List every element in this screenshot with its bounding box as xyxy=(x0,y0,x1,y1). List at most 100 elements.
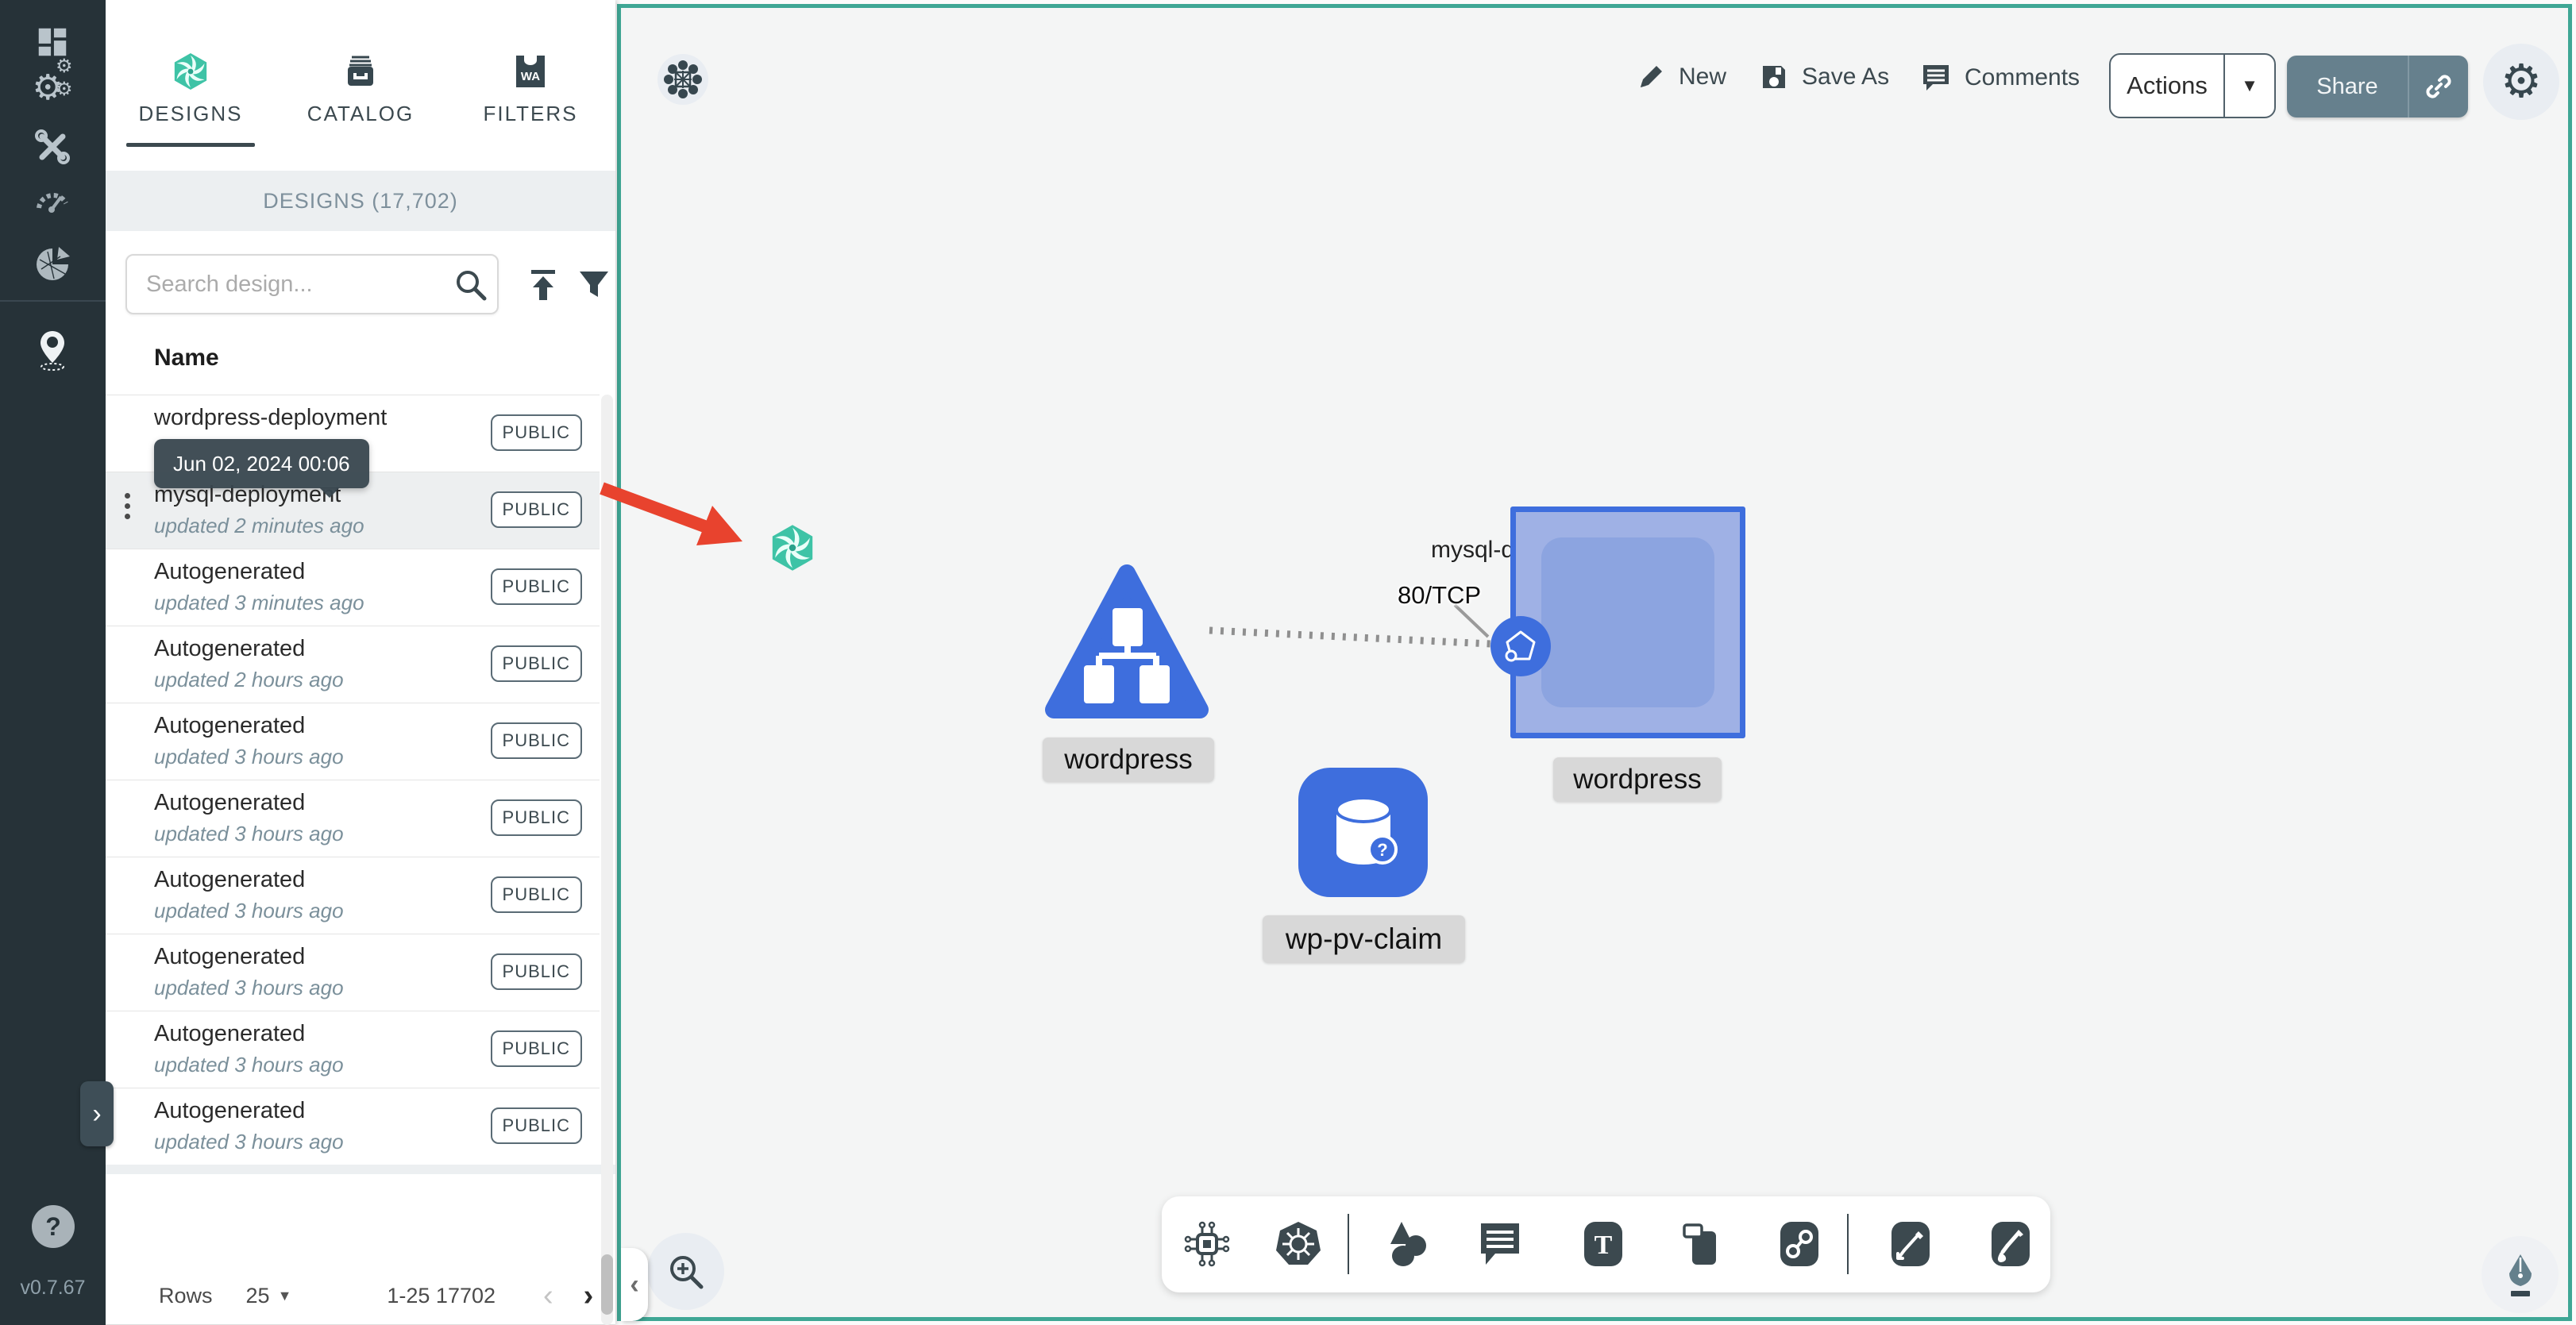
designs-count-header: DESIGNS (17,702) xyxy=(106,171,615,231)
design-list-row[interactable]: Autogenerated updated 3 hours ago PUBLIC xyxy=(106,780,600,857)
kanvas-pin-icon[interactable] xyxy=(26,324,79,376)
visibility-badge[interactable]: PUBLIC xyxy=(490,953,582,990)
settings-gear-button[interactable]: ⚙ xyxy=(2483,44,2559,120)
actions-split-button[interactable]: Actions ▼ xyxy=(2109,53,2276,118)
text-tool-icon[interactable]: T xyxy=(1578,1219,1629,1269)
help-button[interactable]: ? xyxy=(32,1205,75,1248)
canvas-toolbar: T xyxy=(1162,1196,2050,1292)
new-design-button[interactable]: New xyxy=(1636,62,1726,92)
comments-button[interactable]: Comments xyxy=(1920,62,2080,94)
design-name[interactable]: Autogenerated xyxy=(154,559,305,585)
wordpress-deployment-inner xyxy=(1541,537,1714,707)
visibility-badge[interactable]: PUBLIC xyxy=(490,414,582,451)
pagination-footer: Rows 25 ▼ 1-25 17702 ‹ › xyxy=(106,1267,615,1325)
visibility-badge[interactable]: PUBLIC xyxy=(490,799,582,836)
design-name[interactable]: Autogenerated xyxy=(154,1021,305,1047)
tab-filters-label: FILTERS xyxy=(483,102,578,125)
comment-tool-icon[interactable] xyxy=(1475,1219,1525,1269)
configuration-tools-icon[interactable] xyxy=(26,121,79,173)
lifecycle-gears-icon[interactable]: ⚙ ⚙ ⚙ xyxy=(26,56,79,114)
visibility-badge[interactable]: PUBLIC xyxy=(490,1107,582,1144)
design-name[interactable]: Autogenerated xyxy=(154,790,305,816)
meshery-logo-icon xyxy=(172,52,210,91)
design-name[interactable]: Autogenerated xyxy=(154,636,305,662)
wp-pv-claim-node[interactable]: ? xyxy=(1298,768,1428,897)
design-name[interactable]: Autogenerated xyxy=(154,713,305,739)
copy-link-icon[interactable] xyxy=(2409,71,2468,102)
actions-label: Actions xyxy=(2127,71,2208,99)
design-name[interactable]: Autogenerated xyxy=(154,1098,305,1124)
wordpress-service-node[interactable] xyxy=(1043,562,1211,721)
svg-text:?: ? xyxy=(1377,840,1387,860)
svg-text:WA: WA xyxy=(521,70,540,83)
tab-catalog[interactable]: CATALOG xyxy=(276,0,445,171)
shapes-icon[interactable] xyxy=(1381,1219,1432,1269)
design-name[interactable]: Autogenerated xyxy=(154,867,305,893)
design-name[interactable]: wordpress-deployment xyxy=(154,405,387,431)
performance-gauge-icon[interactable] xyxy=(26,173,79,225)
visibility-badge[interactable]: PUBLIC xyxy=(490,722,582,759)
design-list-row[interactable]: Autogenerated updated 3 hours ago PUBLIC xyxy=(106,857,600,934)
tab-designs[interactable]: DESIGNS xyxy=(106,0,276,171)
design-mode-pen-nib-button[interactable] xyxy=(2482,1236,2559,1313)
visibility-badge[interactable]: PUBLIC xyxy=(490,491,582,528)
filter-list-icon[interactable] xyxy=(576,267,612,303)
component-icon[interactable] xyxy=(1182,1219,1232,1269)
design-updated-text: updated 3 hours ago xyxy=(154,976,344,1000)
design-list-row[interactable]: Autogenerated updated 3 hours ago PUBLIC xyxy=(106,934,600,1011)
drawer-expand-handle[interactable]: › xyxy=(80,1081,114,1146)
wordpress-service-label[interactable]: wordpress xyxy=(1043,738,1214,782)
design-updated-text: updated 3 hours ago xyxy=(154,822,344,845)
wordpress-deployment-node[interactable] xyxy=(1510,507,1745,738)
card-tool-icon[interactable] xyxy=(1675,1219,1726,1269)
edge-port-label: 80/TCP xyxy=(1398,581,1482,609)
list-scrollbar-thumb[interactable] xyxy=(601,1254,613,1315)
design-updated-text: updated 3 minutes ago xyxy=(154,591,364,614)
wp-pv-claim-label[interactable]: wp-pv-claim xyxy=(1263,915,1465,963)
design-canvas[interactable]: New Save As Comments Actions ▼ Share ⚙ w… xyxy=(617,4,2572,1321)
wordpress-deployment-label[interactable]: wordpress xyxy=(1553,757,1722,802)
svg-text:T: T xyxy=(1595,1231,1613,1260)
share-split-button[interactable]: Share xyxy=(2287,56,2468,117)
app-version: v0.7.67 xyxy=(20,1277,86,1299)
design-list-row[interactable]: Autogenerated updated 3 hours ago PUBLIC xyxy=(106,1011,600,1088)
list-scrollbar-track[interactable] xyxy=(601,395,613,1325)
design-list-row[interactable]: Autogenerated updated 2 hours ago PUBLIC xyxy=(106,626,600,703)
comments-label: Comments xyxy=(1965,64,2080,91)
pencil-tool-icon[interactable] xyxy=(1985,1219,2036,1269)
gear-icon: ⚙ xyxy=(2501,56,2542,107)
save-as-button[interactable]: Save As xyxy=(1759,62,1889,92)
link-tool-icon[interactable] xyxy=(1774,1219,1825,1269)
zoom-button[interactable] xyxy=(647,1233,724,1310)
rows-per-page-label: Rows xyxy=(159,1283,213,1308)
port-badge[interactable] xyxy=(1490,616,1551,676)
catalog-archive-icon xyxy=(341,52,380,91)
mysql-deployment-node-icon[interactable] xyxy=(769,524,816,572)
pen-tool-icon[interactable] xyxy=(1885,1219,1936,1269)
design-list-row[interactable]: Autogenerated updated 3 hours ago PUBLIC xyxy=(106,1088,600,1165)
canvas-collapse-handle[interactable]: ‹ xyxy=(621,1248,648,1321)
previous-page-button[interactable]: ‹ xyxy=(543,1279,553,1313)
actions-dropdown-caret[interactable]: ▼ xyxy=(2225,75,2274,96)
sidebar-divider xyxy=(0,300,106,302)
search-icon[interactable] xyxy=(453,267,489,303)
design-list-row[interactable]: Autogenerated updated 3 hours ago PUBLIC xyxy=(106,703,600,780)
design-name[interactable]: Autogenerated xyxy=(154,944,305,970)
design-list-row[interactable]: Autogenerated updated 3 minutes ago PUBLIC xyxy=(106,549,600,626)
visibility-badge[interactable]: PUBLIC xyxy=(490,645,582,682)
visibility-badge[interactable]: PUBLIC xyxy=(490,876,582,913)
rows-per-page-select[interactable]: 25 ▼ xyxy=(246,1284,292,1308)
kubernetes-icon[interactable] xyxy=(1273,1219,1324,1269)
next-page-button[interactable]: › xyxy=(584,1279,594,1313)
pagination-range: 1-25 17702 xyxy=(387,1283,496,1308)
search-input[interactable] xyxy=(125,254,499,314)
tab-filters[interactable]: WA FILTERS xyxy=(445,0,615,171)
upload-design-icon[interactable] xyxy=(525,267,561,303)
extensions-pie-icon[interactable] xyxy=(26,238,79,291)
visibility-badge[interactable]: PUBLIC xyxy=(490,1030,582,1067)
chevron-down-icon: ▼ xyxy=(277,1287,292,1304)
tooltip-arrow xyxy=(319,487,340,498)
mesh-cluster-button[interactable] xyxy=(657,54,708,105)
row-kebab-menu-icon[interactable] xyxy=(125,493,133,524)
visibility-badge[interactable]: PUBLIC xyxy=(490,568,582,605)
